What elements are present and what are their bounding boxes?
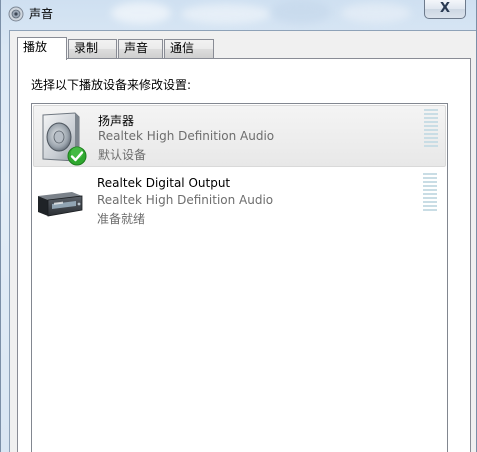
dialog-client-area: 播放 录制 声音 通信 选择以下播放设备来修改设置: 扬声器 Realtek H… [9, 30, 476, 452]
window-title: 声音 [29, 7, 54, 21]
device-description: Realtek High Definition Audio [98, 129, 275, 143]
tab-communications[interactable]: 通信 [164, 39, 214, 58]
volume-level-meter [424, 109, 438, 149]
playback-panel: 选择以下播放设备来修改设置: 扬声器 Realtek High Definiti… [17, 58, 471, 452]
device-item-speakers[interactable]: 扬声器 Realtek High Definition Audio 默认设备 [33, 105, 446, 167]
device-name: Realtek Digital Output [97, 176, 231, 190]
digital-output-icon [38, 192, 83, 217]
close-button[interactable]: X [424, 0, 466, 19]
playback-device-list[interactable]: 扬声器 Realtek High Definition Audio 默认设备 R… [31, 103, 448, 452]
close-icon: X [439, 1, 451, 16]
device-status: 默认设备 [98, 148, 147, 162]
instruction-text: 选择以下播放设备来修改设置: [31, 78, 192, 92]
device-item-digital-output[interactable]: Realtek Digital Output Realtek High Defi… [33, 170, 446, 232]
volume-level-meter [423, 173, 437, 213]
device-description: Realtek High Definition Audio [97, 193, 274, 207]
tab-sounds[interactable]: 声音 [118, 39, 163, 58]
title-bar[interactable]: 声音 X [1, 0, 476, 30]
tab-playback[interactable]: 播放 [17, 37, 67, 60]
sound-app-icon [8, 6, 24, 22]
default-check-icon [67, 146, 87, 166]
device-name: 扬声器 [98, 114, 135, 128]
sound-dialog: 声音 X 播放 录制 声音 通信 选择以下播放设备来修改设置: 扬声器 Real… [0, 0, 477, 452]
tab-recording[interactable]: 录制 [68, 39, 117, 58]
device-status: 准备就绪 [97, 212, 146, 226]
